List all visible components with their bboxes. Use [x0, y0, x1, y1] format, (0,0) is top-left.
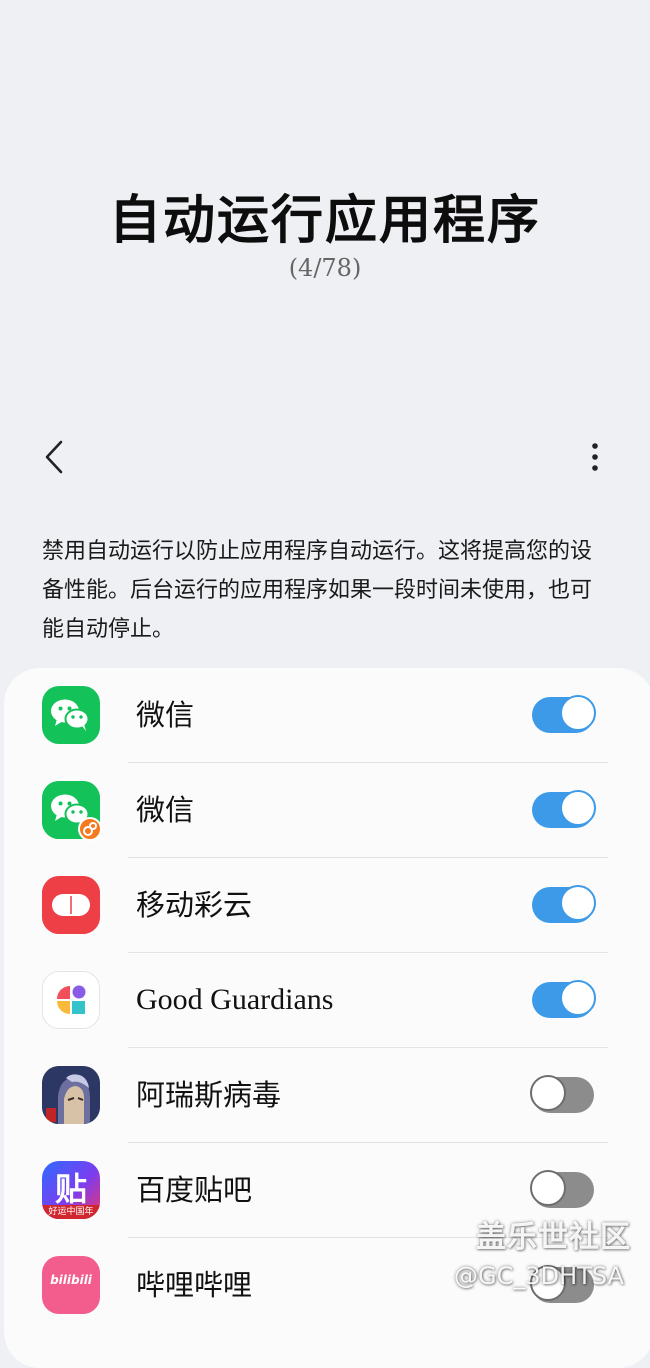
autorun-toggle[interactable]: [530, 1170, 594, 1208]
app-name: 阿瑞斯病毒: [136, 1078, 282, 1112]
autorun-toggle[interactable]: [530, 1075, 594, 1113]
app-name: 移动彩云: [136, 888, 253, 922]
list-item[interactable]: 移动彩云: [4, 858, 650, 953]
more-vertical-icon: [592, 443, 598, 471]
app-name: 哔哩哔哩: [136, 1268, 253, 1302]
app-name: 微信: [136, 793, 195, 827]
back-button[interactable]: [30, 432, 80, 482]
list-item[interactable]: 微信: [4, 668, 650, 763]
tieba-caption: 好运中国年: [42, 1205, 100, 1219]
good-guardians-icon: [42, 971, 100, 1029]
wechat-icon: [42, 686, 100, 744]
wechat-dual-icon: [42, 781, 102, 841]
list-item[interactable]: Good Guardians: [4, 953, 650, 1048]
more-options-button[interactable]: [572, 432, 618, 482]
bilibili-icon: bilibili: [42, 1256, 100, 1314]
tieba-glyph: 贴: [54, 1170, 87, 1208]
autorun-toggle[interactable]: [532, 885, 596, 923]
app-name: 微信: [136, 698, 195, 732]
description-text: 禁用自动运行以防止应用程序自动运行。这将提高您的设备性能。后台运行的应用程序如果…: [42, 539, 593, 642]
header: 自动运行应用程序 (4/78): [0, 0, 650, 420]
app-name: Good Guardians: [136, 983, 334, 1016]
list-item[interactable]: 阿瑞斯病毒: [4, 1048, 650, 1143]
enabled-count: (4/78): [288, 254, 362, 282]
mcloud-icon: [42, 876, 100, 934]
back-arrow-icon: [45, 440, 63, 474]
autorun-toggle[interactable]: [532, 790, 596, 828]
app-name: 百度贴吧: [136, 1173, 253, 1207]
page-title: 自动运行应用程序: [108, 190, 541, 251]
ares-virus-icon: [42, 1066, 100, 1124]
bilibili-logo: bilibili: [50, 1273, 92, 1287]
baidu-tieba-icon: 贴 好运中国年: [42, 1161, 100, 1219]
watermark-title: 盖乐世社区: [476, 1220, 631, 1255]
list-item[interactable]: 微信: [4, 763, 650, 858]
autorun-toggle[interactable]: [532, 980, 596, 1018]
watermark-user: @GC_3DHTSA: [454, 1262, 624, 1290]
autorun-toggle[interactable]: [532, 695, 596, 733]
